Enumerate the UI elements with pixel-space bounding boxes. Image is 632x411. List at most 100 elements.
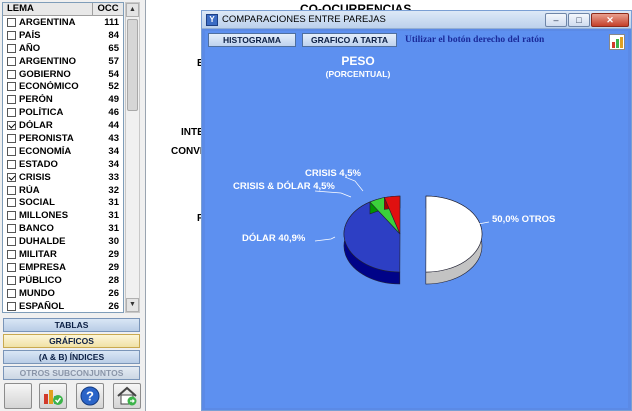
scroll-down-arrow-icon[interactable]: ▼ bbox=[126, 298, 139, 312]
list-item[interactable]: BANCO 31 bbox=[3, 222, 123, 235]
list-scrollbar[interactable]: ▲ ▼ bbox=[125, 2, 140, 313]
item-lema: BANCO bbox=[19, 223, 54, 235]
list-item[interactable]: POLÍTICA 46 bbox=[3, 106, 123, 119]
item-checkbox[interactable] bbox=[7, 82, 16, 92]
item-occ: 34 bbox=[108, 145, 119, 157]
list-item[interactable]: ECONOMÍA 34 bbox=[3, 145, 123, 158]
header-lema[interactable]: LEMA bbox=[3, 3, 93, 15]
lema-list[interactable]: LEMA OCC ARGENTINA 111 PAÍS 84 AÑO 65 ARGENTIN… bbox=[2, 2, 124, 313]
graficos-button[interactable]: GRÁFICOS bbox=[3, 334, 140, 348]
list-item[interactable]: ESTADO 34 bbox=[3, 158, 123, 171]
item-occ: 46 bbox=[108, 107, 119, 119]
header-occ[interactable]: OCC bbox=[93, 3, 123, 15]
item-checkbox[interactable] bbox=[7, 185, 16, 195]
list-item[interactable]: MILLONES 31 bbox=[3, 209, 123, 222]
list-item[interactable]: SOCIAL 31 bbox=[3, 196, 123, 209]
item-checkbox[interactable] bbox=[7, 288, 16, 298]
scroll-thumb[interactable] bbox=[127, 19, 138, 111]
list-item[interactable]: GOBIERNO 54 bbox=[3, 68, 123, 81]
maximize-button[interactable]: □ bbox=[568, 13, 590, 27]
blank-tool-button[interactable] bbox=[4, 383, 32, 409]
item-checkbox[interactable] bbox=[7, 159, 16, 169]
list-item[interactable]: PAÍS 84 bbox=[3, 29, 123, 42]
item-checkbox[interactable] bbox=[7, 275, 16, 285]
list-item[interactable]: PERÓN 49 bbox=[3, 93, 123, 106]
chart-title: PESO bbox=[341, 54, 374, 68]
item-occ: 49 bbox=[108, 94, 119, 106]
pie-chart: PESO (PORCENTUAL) 50,0% OTROS DÓLAR 40,9%… bbox=[233, 54, 555, 285]
item-lema: ARGENTINA bbox=[19, 16, 76, 28]
item-checkbox[interactable] bbox=[7, 95, 16, 105]
item-checkbox[interactable] bbox=[7, 30, 16, 40]
window-titlebar[interactable]: Y COMPARACIONES ENTRE PAREJAS – □ ✕ bbox=[202, 11, 631, 29]
item-checkbox[interactable] bbox=[7, 121, 16, 131]
list-header: LEMA OCC bbox=[3, 3, 123, 16]
list-item[interactable]: MILITAR 29 bbox=[3, 248, 123, 261]
item-checkbox[interactable] bbox=[7, 262, 16, 272]
item-lema: AÑO bbox=[19, 42, 41, 54]
item-occ: 31 bbox=[108, 223, 119, 235]
item-checkbox[interactable] bbox=[7, 301, 16, 311]
item-occ: 65 bbox=[108, 42, 119, 54]
item-lema: ARGENTINO bbox=[19, 55, 76, 67]
list-item[interactable]: ECONÓMICO 52 bbox=[3, 80, 123, 93]
item-lema: PAÍS bbox=[19, 29, 41, 41]
indices-button[interactable]: (A & B) ÍNDICES bbox=[3, 350, 140, 364]
list-item[interactable]: CRISIS 33 bbox=[3, 171, 123, 184]
item-occ: 31 bbox=[108, 210, 119, 222]
item-checkbox[interactable] bbox=[7, 249, 16, 259]
item-checkbox[interactable] bbox=[7, 69, 16, 79]
app-icon: Y bbox=[206, 14, 218, 26]
list-item[interactable]: MUNDO 26 bbox=[3, 287, 123, 300]
minimize-button[interactable]: – bbox=[545, 13, 567, 27]
item-lema: ECONOMÍA bbox=[19, 145, 72, 157]
item-checkbox[interactable] bbox=[7, 237, 16, 247]
chart-subtitle: (PORCENTUAL) bbox=[326, 69, 391, 79]
item-checkbox[interactable] bbox=[7, 108, 16, 118]
list-item[interactable]: ARGENTINO 57 bbox=[3, 55, 123, 68]
item-occ: 54 bbox=[108, 68, 119, 80]
item-checkbox[interactable] bbox=[7, 211, 16, 221]
list-item[interactable]: ARGENTINA 111 bbox=[3, 16, 123, 29]
otros-subconjuntos-button[interactable]: OTROS SUBCONJUNTOS bbox=[3, 366, 140, 380]
list-item[interactable]: DUHALDE 30 bbox=[3, 235, 123, 248]
home-button[interactable] bbox=[113, 383, 141, 409]
item-lema: POLÍTICA bbox=[19, 107, 64, 119]
item-lema: ESTADO bbox=[19, 158, 58, 170]
item-lema: CRISIS bbox=[19, 171, 51, 183]
list-rows: ARGENTINA 111 PAÍS 84 AÑO 65 ARGENTINO 57 GOBIER… bbox=[3, 16, 123, 312]
item-lema: PÚBLICO bbox=[19, 274, 62, 286]
list-item[interactable]: ESPAÑOL 26 bbox=[3, 300, 123, 312]
list-item[interactable]: DÓLAR 44 bbox=[3, 119, 123, 132]
list-item[interactable]: PERONISTA 43 bbox=[3, 132, 123, 145]
item-checkbox[interactable] bbox=[7, 133, 16, 143]
list-item[interactable]: AÑO 65 bbox=[3, 42, 123, 55]
item-checkbox[interactable] bbox=[7, 43, 16, 53]
item-occ: 31 bbox=[108, 197, 119, 209]
svg-text:?: ? bbox=[86, 389, 94, 404]
item-occ: 26 bbox=[108, 287, 119, 299]
item-occ: 29 bbox=[108, 248, 119, 260]
close-button[interactable]: ✕ bbox=[591, 13, 629, 27]
help-button[interactable]: ? bbox=[76, 383, 104, 409]
item-lema: PERONISTA bbox=[19, 132, 74, 144]
item-checkbox[interactable] bbox=[7, 224, 16, 234]
item-checkbox[interactable] bbox=[7, 56, 16, 66]
scroll-up-arrow-icon[interactable]: ▲ bbox=[126, 3, 139, 17]
item-lema: EMPRESA bbox=[19, 261, 66, 273]
item-lema: GOBIERNO bbox=[19, 68, 71, 80]
item-occ: 57 bbox=[108, 55, 119, 67]
item-checkbox[interactable] bbox=[7, 172, 16, 182]
item-checkbox[interactable] bbox=[7, 198, 16, 208]
item-lema: RÚA bbox=[19, 184, 40, 196]
chart-tool-button[interactable] bbox=[39, 383, 67, 409]
chart-area[interactable]: HISTOGRAMA GRAFICO A TARTA Utilizar el b… bbox=[205, 31, 628, 408]
slice-label: 50,0% OTROS bbox=[492, 214, 555, 225]
list-item[interactable]: EMPRESA 29 bbox=[3, 261, 123, 274]
window-title: COMPARACIONES ENTRE PAREJAS bbox=[222, 14, 386, 25]
list-item[interactable]: PÚBLICO 28 bbox=[3, 274, 123, 287]
tablas-button[interactable]: TABLAS bbox=[3, 318, 140, 332]
list-item[interactable]: RÚA 32 bbox=[3, 184, 123, 197]
item-checkbox[interactable] bbox=[7, 146, 16, 156]
item-checkbox[interactable] bbox=[7, 17, 16, 27]
